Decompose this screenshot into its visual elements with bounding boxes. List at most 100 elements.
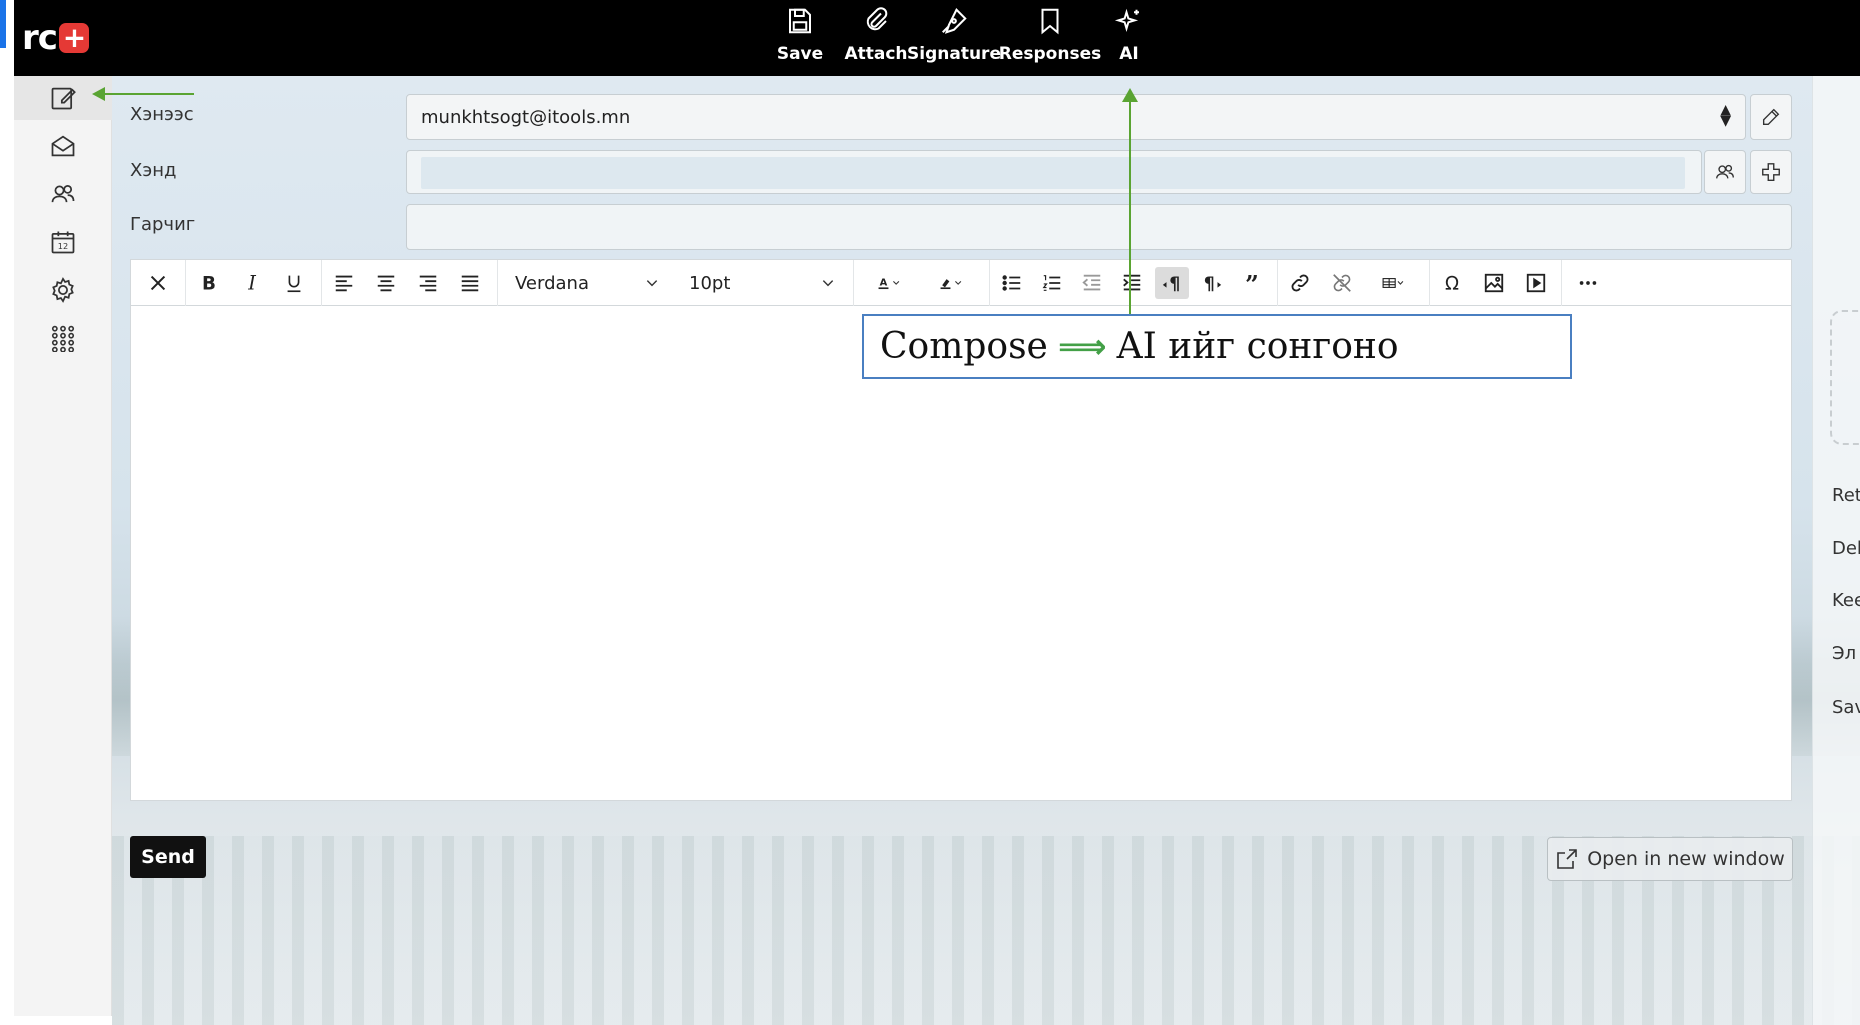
pen-icon — [942, 8, 967, 34]
special-char-button[interactable]: Ω — [1435, 267, 1469, 299]
font-family-select[interactable]: Verdana — [507, 268, 667, 298]
add-header-button[interactable] — [1750, 150, 1792, 194]
ellipsis-icon — [1579, 281, 1597, 285]
to-field[interactable] — [406, 150, 1702, 194]
gear-icon — [52, 277, 74, 303]
annotation-text-before: Compose — [880, 326, 1048, 367]
link-icon — [1291, 274, 1309, 292]
svg-text:”: ” — [1245, 272, 1259, 294]
sidebar: 12 — [14, 76, 112, 1016]
align-justify-button[interactable] — [453, 267, 487, 299]
align-right-icon — [419, 275, 437, 292]
toolbar-divider — [185, 260, 186, 306]
underline-button[interactable] — [277, 267, 311, 299]
sparkle-icon — [1114, 8, 1139, 32]
option-keep-formatting[interactable]: Kee — [1832, 590, 1860, 611]
svg-text:A: A — [880, 278, 888, 289]
image-icon — [1484, 273, 1504, 293]
remove-link-button[interactable] — [1325, 267, 1359, 299]
highlight-color-button[interactable] — [923, 267, 979, 299]
bullet-list-icon — [1002, 275, 1021, 291]
option-save-sent[interactable]: Sav — [1832, 697, 1860, 718]
sidebar-item-mail[interactable] — [14, 124, 112, 168]
bullet-list-button[interactable] — [995, 267, 1029, 299]
align-justify-icon — [461, 275, 479, 292]
toolbar-divider — [1429, 260, 1430, 306]
left-edge-accent — [0, 0, 6, 48]
logo-plus: + — [58, 23, 89, 53]
align-center-button[interactable] — [369, 267, 403, 299]
insert-table-button[interactable] — [1365, 267, 1421, 299]
option-email[interactable]: Эл — [1832, 643, 1860, 664]
svg-text:B: B — [202, 273, 216, 294]
bold-icon: B — [202, 273, 216, 294]
ai-label: AI — [1119, 44, 1139, 64]
italic-button[interactable]: I — [235, 267, 269, 299]
ltr-direction-button[interactable]: ¶ — [1155, 267, 1189, 299]
toolbar-divider — [497, 260, 498, 306]
blockquote-button[interactable]: ” — [1235, 267, 1269, 299]
indent-button[interactable] — [1115, 267, 1149, 299]
to-input[interactable] — [421, 157, 1685, 189]
toolbar-divider — [1561, 260, 1562, 306]
edit-identity-button[interactable] — [1750, 94, 1792, 140]
insert-link-button[interactable] — [1283, 267, 1317, 299]
more-tools-button[interactable] — [1571, 267, 1605, 299]
insert-media-button[interactable] — [1519, 267, 1553, 299]
text-color-button[interactable]: A — [861, 267, 917, 299]
to-label: Хэнд — [130, 160, 177, 181]
toolbar-divider — [989, 260, 990, 306]
top-toolbar: rc + Save Attach Signature Responses AI — [0, 0, 1860, 76]
numbered-list-button[interactable] — [1035, 267, 1069, 299]
select-arrows-icon: ▲ ▼ — [1720, 102, 1731, 129]
font-size-select[interactable]: 10pt — [681, 268, 843, 298]
annotation-arrow-ai — [1129, 92, 1131, 314]
bold-button[interactable]: B — [192, 267, 226, 299]
chevron-down-icon — [822, 280, 834, 287]
rtl-direction-button[interactable]: ¶ — [1195, 267, 1229, 299]
sidebar-item-settings[interactable] — [14, 268, 112, 312]
signature-button[interactable]: Signature — [907, 4, 1001, 72]
annotation-callout: Compose ⟹ AI ийг сонгоно — [862, 314, 1572, 379]
from-select[interactable]: munkhtsogt@itools.mn ▲ ▼ — [406, 94, 1746, 140]
chevron-down-icon — [646, 280, 658, 287]
option-delivery-status[interactable]: Deli — [1832, 538, 1860, 559]
address-book-button[interactable] — [1704, 150, 1746, 194]
align-right-button[interactable] — [411, 267, 445, 299]
paperclip-icon — [866, 7, 888, 31]
svg-text:Ω: Ω — [1445, 273, 1459, 294]
underline-icon — [287, 275, 301, 293]
insert-image-button[interactable] — [1477, 267, 1511, 299]
subject-input[interactable] — [406, 204, 1792, 250]
open-new-window-button[interactable]: Open in new window — [1547, 837, 1793, 881]
sidebar-item-apps[interactable] — [14, 316, 112, 360]
send-button[interactable]: Send — [130, 836, 206, 878]
ai-button[interactable]: AI — [1106, 4, 1152, 72]
sidebar-item-calendar[interactable]: 12 — [14, 220, 112, 264]
contacts-icon — [1716, 164, 1734, 179]
attach-button[interactable]: Attach — [842, 4, 910, 72]
highlighter-icon — [940, 279, 962, 290]
app-logo[interactable]: rc + — [22, 18, 89, 58]
outdent-button[interactable] — [1075, 267, 1109, 299]
align-left-icon — [335, 275, 353, 292]
sidebar-item-contacts[interactable] — [14, 172, 112, 216]
close-formatting-button[interactable] — [141, 267, 175, 299]
text-color-icon: A — [878, 278, 900, 290]
align-left-button[interactable] — [327, 267, 361, 299]
responses-button[interactable]: Responses — [999, 4, 1101, 72]
font-family-value: Verdana — [515, 272, 589, 294]
pencil-icon — [1762, 108, 1780, 126]
plus-icon — [1762, 163, 1780, 181]
compose-icon — [51, 87, 76, 110]
calendar-day-text: 12 — [58, 241, 68, 251]
logo-text: rc — [22, 18, 58, 58]
external-window-icon — [1557, 849, 1578, 869]
save-button[interactable]: Save — [770, 4, 830, 72]
align-center-icon — [377, 275, 395, 292]
save-label: Save — [776, 44, 824, 64]
ltr-paragraph-icon: ¶ — [1162, 274, 1180, 294]
svg-text:¶: ¶ — [1169, 274, 1180, 294]
options-dropzone[interactable] — [1830, 310, 1860, 445]
option-return-receipt[interactable]: Ret — [1832, 485, 1860, 506]
